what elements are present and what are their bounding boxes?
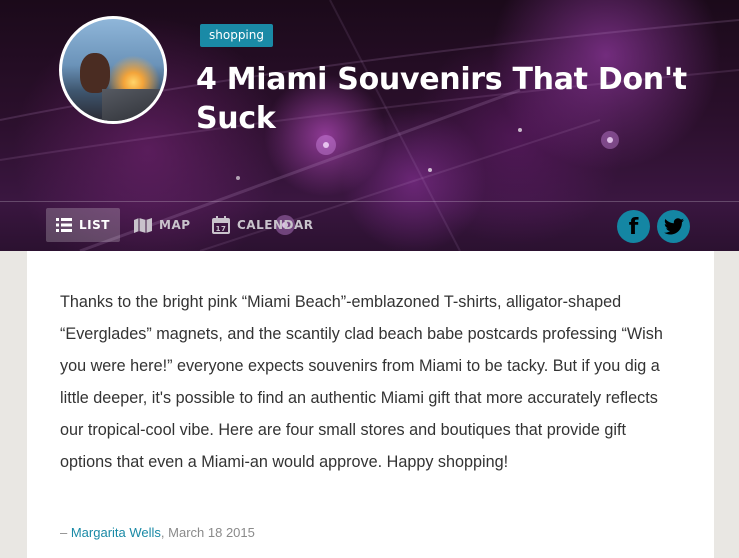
publish-date: March 18 2015 [168,525,255,540]
avatar-face [80,53,110,93]
divider [0,201,739,202]
list-icon [56,218,72,232]
tab-list[interactable]: LIST [46,208,120,242]
facebook-button[interactable]: f [617,210,650,243]
tab-map-label: MAP [159,218,191,232]
calendar-icon: 17 [212,216,230,234]
category-tag[interactable]: shopping [200,24,273,47]
article-card: Thanks to the bright pink “Miami Beach”-… [27,251,714,558]
tab-map[interactable]: MAP [124,208,201,242]
tab-calendar-label: CALENDAR [237,218,314,232]
byline-prefix: – [60,525,71,540]
avatar-road [102,89,164,121]
tab-calendar[interactable]: 17 CALENDAR [202,208,323,242]
author-link[interactable]: Margarita Wells [71,525,161,540]
tab-list-label: LIST [79,218,110,232]
facebook-icon: f [628,215,639,240]
twitter-button[interactable] [657,210,690,243]
article-body: Thanks to the bright pink “Miami Beach”-… [60,293,663,471]
twitter-bird-icon [663,218,684,235]
avatar [59,16,167,124]
hero-banner: shopping 4 Miami Souvenirs That Don't Su… [0,0,739,251]
byline: – Margarita Wells, March 18 2015 [60,525,255,540]
map-icon [134,217,152,233]
page-title: 4 Miami Souvenirs That Don't Suck [196,62,687,136]
calendar-icon-number: 17 [216,225,227,233]
